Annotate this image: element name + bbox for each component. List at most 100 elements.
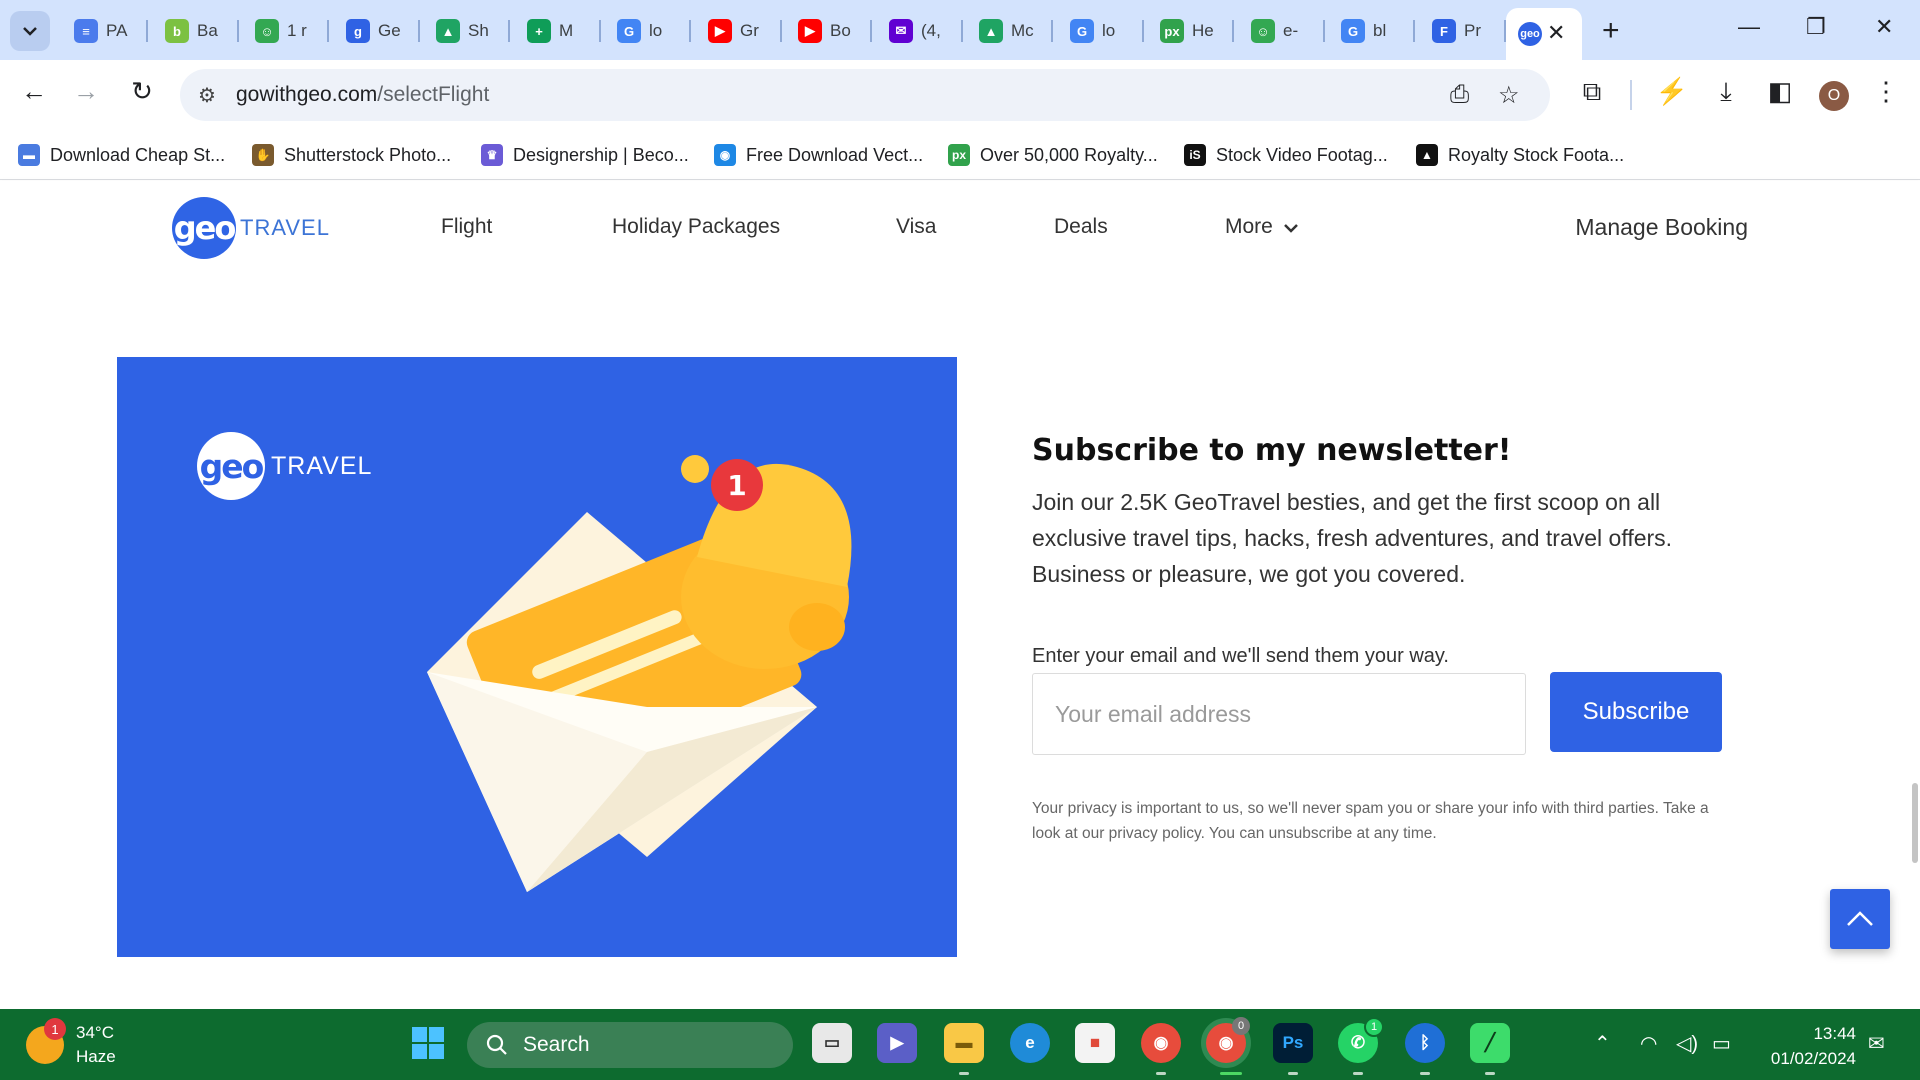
tab-title: Mc bbox=[1011, 21, 1034, 40]
tab-active-geo[interactable]: geo bbox=[1506, 8, 1582, 60]
bookmark-item[interactable]: ✋ Shutterstock Photo... bbox=[252, 142, 451, 168]
tab-favicon-icon: ☺ bbox=[1251, 19, 1275, 43]
tab-favicon-icon: g bbox=[346, 19, 370, 43]
tab-separator bbox=[1413, 20, 1415, 42]
browser-tab[interactable]: g Ge bbox=[334, 10, 402, 52]
battery-icon[interactable]: ▭ bbox=[1712, 1031, 1731, 1056]
volume-icon[interactable]: ◁) bbox=[1676, 1031, 1698, 1056]
bookmark-favicon-icon: ◉ bbox=[714, 144, 736, 166]
extensions-icon[interactable]: ⧉ bbox=[1574, 76, 1610, 108]
weather-widget[interactable]: 1 34°C Haze bbox=[26, 1018, 116, 1069]
url-text[interactable]: gowithgeo.com/selectFlight bbox=[236, 83, 489, 107]
window-close-icon[interactable]: ✕ bbox=[1875, 14, 1893, 40]
install-app-icon[interactable]: ⎙ bbox=[1450, 81, 1469, 109]
tab-title: Sh bbox=[468, 21, 489, 40]
download-icon[interactable]: ⤓ bbox=[1708, 76, 1744, 108]
bookmark-item[interactable]: ♛ Designership | Beco... bbox=[481, 142, 689, 168]
taskbar-search[interactable]: Search bbox=[467, 1022, 793, 1068]
browser-tab[interactable]: ▶ Gr bbox=[696, 10, 764, 52]
file-explorer-icon[interactable]: ▬ bbox=[944, 1023, 984, 1063]
tab-favicon-icon: ▲ bbox=[979, 19, 1003, 43]
bookmark-item[interactable]: iS Stock Video Footag... bbox=[1184, 142, 1388, 168]
microsoft-store-icon[interactable]: ■ bbox=[1075, 1023, 1115, 1063]
browser-tab[interactable]: Gbl bbox=[1329, 10, 1397, 52]
profile-avatar[interactable]: O bbox=[1819, 81, 1849, 111]
kebab-menu-icon[interactable]: ⋮ bbox=[1868, 76, 1904, 107]
bookmark-item[interactable]: ◉ Free Download Vect... bbox=[714, 142, 923, 168]
tab-favicon-icon: ≡ bbox=[74, 19, 98, 43]
bookmark-item[interactable]: px Over 50,000 Royalty... bbox=[948, 142, 1158, 168]
green-app-icon[interactable]: ╱ bbox=[1470, 1023, 1510, 1063]
chevron-up-icon bbox=[1847, 911, 1873, 926]
performance-icon[interactable]: ⚡ bbox=[1654, 76, 1690, 107]
nav-visa[interactable]: Visa bbox=[896, 215, 936, 239]
browser-tab[interactable]: ▶ Bo bbox=[786, 10, 854, 52]
tab-favicon-icon: ✉ bbox=[889, 19, 913, 43]
windows-start-icon[interactable] bbox=[408, 1023, 448, 1063]
browser-tab[interactable]: ≡ PA bbox=[62, 10, 130, 52]
tab-separator bbox=[870, 20, 872, 42]
tab-separator bbox=[418, 20, 420, 42]
clock-date: 01/02/2024 bbox=[1770, 1049, 1856, 1068]
restore-icon[interactable]: ❐ bbox=[1806, 14, 1826, 40]
browser-tab[interactable]: ▲ Mc bbox=[967, 10, 1035, 52]
chrome-icon[interactable]: ◉ bbox=[1141, 1023, 1181, 1063]
page-scrollbar[interactable] bbox=[1912, 783, 1918, 863]
new-tab-icon[interactable]: + bbox=[1602, 14, 1620, 48]
bluetooth-icon[interactable]: ᛒ bbox=[1405, 1023, 1445, 1063]
bookmark-star-icon[interactable]: ☆ bbox=[1498, 81, 1520, 110]
subscribe-button[interactable]: Subscribe bbox=[1550, 672, 1722, 752]
browser-tab[interactable]: F Pr bbox=[1420, 10, 1488, 52]
browser-tab[interactable]: ▲ Sh bbox=[424, 10, 492, 52]
promo-logo-text: TRAVEL bbox=[271, 451, 373, 480]
tab-favicon-icon: px bbox=[1160, 19, 1184, 43]
system-clock[interactable]: 13:44 01/02/2024 bbox=[1760, 1021, 1856, 1071]
nav-deals[interactable]: Deals bbox=[1054, 215, 1108, 239]
tab-search-button[interactable] bbox=[10, 11, 50, 51]
manage-booking-link[interactable]: Manage Booking bbox=[1575, 214, 1748, 241]
bookmark-item[interactable]: ▬ Download Cheap St... bbox=[18, 142, 225, 168]
tab-separator bbox=[237, 20, 239, 42]
bookmark-favicon-icon: px bbox=[948, 144, 970, 166]
address-bar[interactable]: ⚙ gowithgeo.com/selectFlight ⎙ ☆ bbox=[180, 69, 1550, 121]
browser-tab[interactable]: Glo bbox=[1058, 10, 1126, 52]
wifi-icon[interactable]: ◠ bbox=[1640, 1031, 1657, 1056]
back-arrow-icon[interactable]: ← bbox=[16, 76, 52, 107]
side-panel-icon[interactable]: ◧ bbox=[1762, 76, 1798, 107]
tab-separator bbox=[961, 20, 963, 42]
nav-more-label: More bbox=[1225, 215, 1273, 238]
tab-favicon-icon: ☺ bbox=[255, 19, 279, 43]
reload-icon[interactable]: ↻ bbox=[124, 76, 160, 107]
teams-icon[interactable]: ▶ bbox=[877, 1023, 917, 1063]
photoshop-icon[interactable]: Ps bbox=[1273, 1023, 1313, 1063]
browser-tab[interactable]: ✉ (4, bbox=[877, 10, 945, 52]
tab-separator bbox=[327, 20, 329, 42]
nav-holiday-packages[interactable]: Holiday Packages bbox=[612, 215, 780, 239]
email-field[interactable] bbox=[1032, 673, 1526, 755]
close-tab-icon[interactable]: ✕ bbox=[1547, 20, 1565, 46]
browser-tab[interactable]: Glo bbox=[605, 10, 673, 52]
bookmark-favicon-icon: ▬ bbox=[18, 144, 40, 166]
forward-arrow-icon[interactable]: → bbox=[68, 76, 104, 107]
site-info-icon[interactable]: ⚙ bbox=[198, 83, 216, 108]
tab-separator bbox=[1142, 20, 1144, 42]
browser-tab[interactable]: b Ba bbox=[153, 10, 221, 52]
browser-tab[interactable]: ☺ 1 r bbox=[243, 10, 311, 52]
browser-tab[interactable]: px He bbox=[1148, 10, 1216, 52]
nav-flight[interactable]: Flight bbox=[441, 215, 492, 239]
site-logo[interactable]: geo TRAVEL bbox=[172, 197, 330, 259]
weather-badge: 1 bbox=[44, 1018, 66, 1040]
tray-chevron-up-icon[interactable]: ⌃ bbox=[1594, 1031, 1611, 1056]
scroll-to-top-button[interactable] bbox=[1830, 889, 1890, 949]
browser-tab[interactable]: + M bbox=[515, 10, 583, 52]
minimize-icon[interactable]: — bbox=[1738, 14, 1760, 40]
promo-logo-mark: geo bbox=[197, 432, 265, 500]
notifications-icon[interactable]: ✉ bbox=[1868, 1031, 1885, 1056]
bookmark-item[interactable]: ▲ Royalty Stock Foota... bbox=[1416, 142, 1624, 168]
edge-icon[interactable]: e bbox=[1010, 1023, 1050, 1063]
task-view-icon[interactable]: ▭ bbox=[812, 1023, 852, 1063]
tab-title: PA bbox=[106, 21, 128, 40]
nav-more[interactable]: More bbox=[1225, 215, 1299, 239]
browser-tab[interactable]: ☺ e- bbox=[1239, 10, 1307, 52]
tab-title: bl bbox=[1373, 21, 1387, 40]
